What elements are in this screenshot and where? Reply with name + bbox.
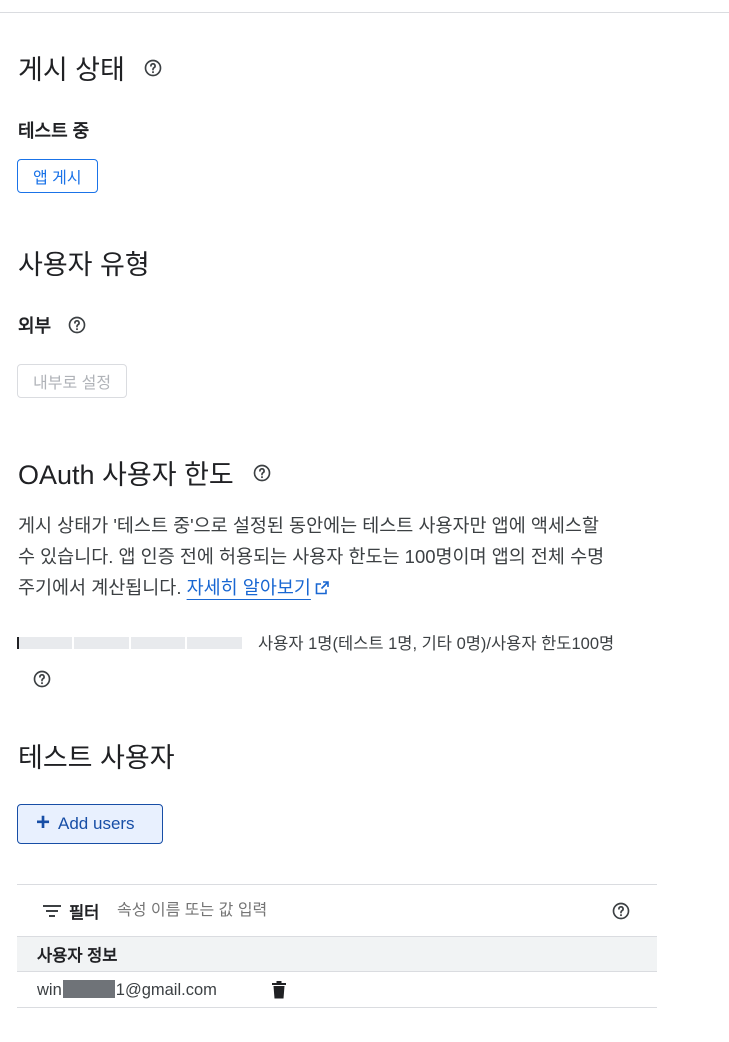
user-quota-text: 사용자 1명(테스트 1명, 기타 0명)/사용자 한도100명: [258, 635, 615, 653]
user-type-value: 외부: [18, 312, 87, 338]
publish-app-button[interactable]: 앱 게시: [17, 159, 98, 193]
redacted-block: [62, 979, 115, 998]
user-quota-progress-fill: [17, 637, 19, 649]
open-in-new-icon: [315, 573, 329, 595]
user-type-heading: 사용자 유형: [18, 250, 150, 280]
help-icon[interactable]: [32, 669, 52, 689]
learn-more-link[interactable]: 자세히 알아보기: [187, 577, 311, 598]
filter-input[interactable]: [117, 901, 517, 920]
trash-icon[interactable]: [271, 981, 287, 999]
help-icon[interactable]: [67, 315, 87, 335]
publish-status-heading: 게시 상태: [18, 48, 163, 87]
table-filter-bar: 필터: [17, 884, 657, 936]
plus-icon: +: [36, 809, 51, 836]
help-icon[interactable]: [252, 463, 272, 483]
top-divider: [0, 12, 729, 13]
user-quota-progress-bar: [17, 637, 242, 649]
set-internal-button[interactable]: 내부로 설정: [17, 364, 128, 398]
oauth-limit-heading: OAuth 사용자 한도: [18, 453, 272, 492]
user-email: win 1@gmail.com: [37, 979, 217, 999]
column-header-user-info[interactable]: 사용자 정보: [17, 936, 657, 972]
filter-list-icon[interactable]: [43, 904, 61, 918]
table-row: win 1@gmail.com: [17, 972, 657, 1008]
oauth-limit-description: 게시 상태가 '테스트 중'으로 설정된 동안에는 테스트 사용자만 앱에 액세…: [18, 515, 605, 598]
help-icon[interactable]: [143, 58, 163, 78]
add-users-button[interactable]: + Add users: [17, 804, 163, 844]
test-users-table: 필터 사용자 정보 win1@gmail.com: [17, 884, 657, 1008]
help-icon[interactable]: [611, 901, 631, 921]
publish-status-value: 테스트 중: [18, 121, 90, 141]
test-users-heading: 테스트 사용자: [18, 743, 175, 773]
filter-label: 필터: [69, 903, 100, 922]
